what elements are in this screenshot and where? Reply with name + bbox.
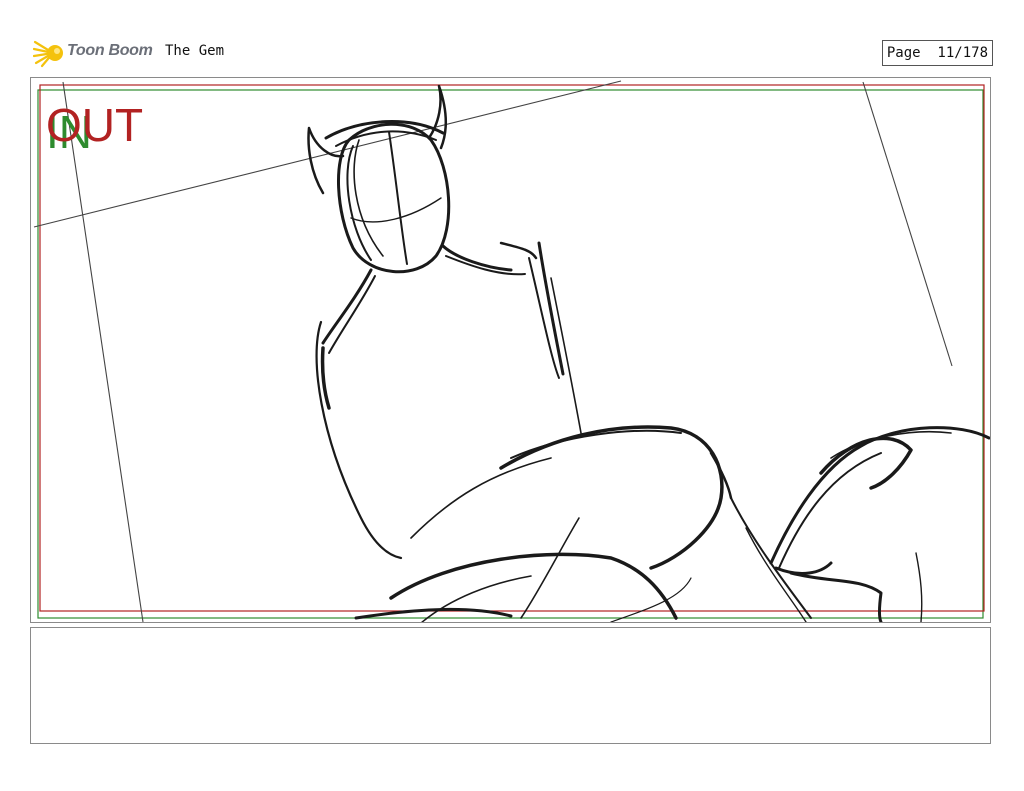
page-indicator: Page 11/178: [881, 40, 993, 66]
safe-frame-red: [39, 84, 985, 612]
page-number: 11/178: [937, 45, 988, 61]
sketch-canvas: IN OUT: [33, 80, 990, 622]
toon-boom-logo-icon: [33, 40, 63, 68]
perspective-guides: [33, 80, 953, 622]
storyboard-panel: IN OUT: [30, 77, 991, 623]
safe-frame-green: [37, 89, 984, 619]
project-title: The Gem: [165, 43, 225, 59]
page-label: Page: [886, 45, 921, 61]
character-sketch: [307, 84, 990, 622]
panel-notes: [30, 627, 991, 744]
brand-name: Toon Boom: [67, 42, 153, 59]
out-label: OUT: [46, 99, 143, 151]
storyboard-header: Toon Boom The Gem Page 11/178: [33, 36, 993, 70]
